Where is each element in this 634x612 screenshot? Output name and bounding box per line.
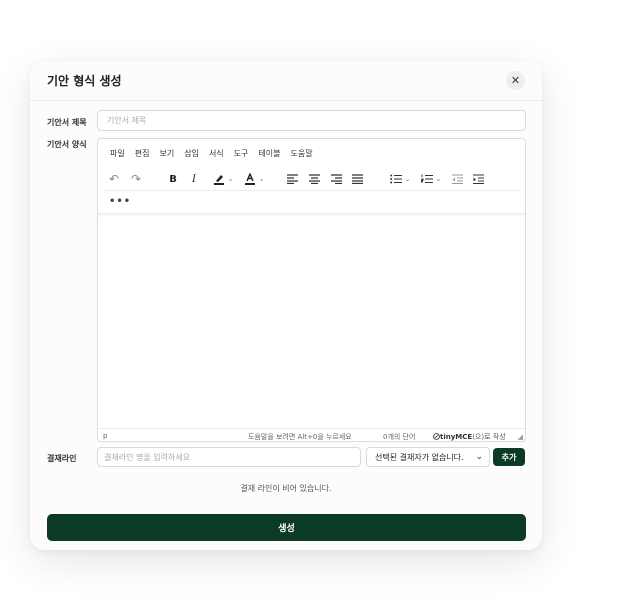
highlight-icon <box>213 175 224 185</box>
align-left-button[interactable] <box>285 172 299 186</box>
rich-text-editor: 파일 편집 보기 삽입 서식 도구 테이블 도움말 ↶ ↷ B I ⌄ ⌄ ⌄ … <box>97 138 526 442</box>
approval-line-label: 결재라인 <box>47 454 77 463</box>
menu-view[interactable]: 보기 <box>159 148 174 160</box>
bold-icon: B <box>169 173 177 185</box>
resize-handle-icon[interactable]: ◢ <box>518 433 523 441</box>
chevron-down-icon: ⌄ <box>404 175 411 183</box>
status-help-text: 도움말을 보려면 Alt+0을 누르세요 <box>248 433 352 441</box>
tinymce-logo-text: tinyMCE <box>440 433 473 441</box>
bullet-list-button[interactable]: ⌄ <box>387 172 413 186</box>
align-justify-icon <box>351 174 363 184</box>
italic-icon: I <box>192 173 196 185</box>
empty-approval-message: 결재 라인이 비어 있습니다. <box>240 484 332 493</box>
redo-icon: ↷ <box>130 172 142 186</box>
approver-select[interactable]: 선택된 결재자가 없습니다. ⌄ <box>366 447 490 467</box>
toolbar-divider <box>104 190 520 191</box>
tinymce-logo-icon <box>433 433 440 440</box>
editor-statusbar: p 도움말을 보려면 Alt+0을 누르세요 0개의 단어 tinyMCE(으)… <box>98 428 525 442</box>
align-right-icon <box>330 174 342 184</box>
text-color-button[interactable]: ⌄ <box>240 172 268 186</box>
menu-table[interactable]: 테이블 <box>258 148 280 160</box>
approval-line-input[interactable] <box>97 447 361 467</box>
menu-edit[interactable]: 편집 <box>135 148 150 160</box>
chevron-down-icon: ⌄ <box>227 175 234 183</box>
chevron-down-icon: ⌄ <box>475 452 483 462</box>
align-left-icon <box>286 174 298 184</box>
editor-toolbar: ↶ ↷ B I ⌄ ⌄ ⌄ ⌄ <box>98 169 525 189</box>
redo-button[interactable]: ↷ <box>129 172 143 186</box>
text-color-icon <box>244 173 255 185</box>
more-tools-button[interactable]: ••• <box>109 196 131 207</box>
bold-button[interactable]: B <box>166 172 180 186</box>
editor-menubar: 파일 편집 보기 삽입 서식 도구 테이블 도움말 <box>110 148 323 160</box>
menu-help[interactable]: 도움말 <box>291 148 313 160</box>
undo-icon: ↶ <box>108 172 120 186</box>
status-word-count[interactable]: 0개의 단어 <box>383 432 415 442</box>
indent-icon <box>472 174 484 184</box>
highlight-button[interactable]: ⌄ <box>209 172 237 186</box>
menu-file[interactable]: 파일 <box>110 148 125 160</box>
modal-title: 기안 형식 생성 <box>47 74 122 88</box>
create-draft-format-modal: 기안 형식 생성 ✕ 기안서 제목 기안서 양식 파일 편집 보기 삽입 서식 … <box>30 61 542 550</box>
add-approver-button[interactable]: 추가 <box>493 448 525 466</box>
menu-insert[interactable]: 삽입 <box>184 148 199 160</box>
chevron-down-icon: ⌄ <box>435 175 442 183</box>
outdent-button[interactable] <box>450 172 464 186</box>
tinymce-brand-link[interactable]: tinyMCE(으)로 작성 <box>433 432 506 442</box>
editor-content-area[interactable] <box>98 217 525 427</box>
status-element-path[interactable]: p <box>103 432 107 440</box>
numbered-list-icon <box>420 174 433 183</box>
outdent-icon <box>451 174 463 184</box>
close-button[interactable]: ✕ <box>506 71 525 90</box>
modal-header: 기안 형식 생성 ✕ <box>30 61 542 101</box>
title-input[interactable] <box>97 110 526 131</box>
menu-format[interactable]: 서식 <box>209 148 224 160</box>
align-right-button[interactable] <box>329 172 343 186</box>
undo-button[interactable]: ↶ <box>107 172 121 186</box>
bullet-list-icon <box>389 174 402 184</box>
align-justify-button[interactable] <box>350 172 364 186</box>
create-button[interactable]: 생성 <box>47 514 526 541</box>
align-center-button[interactable] <box>307 172 321 186</box>
italic-button[interactable]: I <box>187 172 201 186</box>
format-label: 기안서 양식 <box>47 140 87 149</box>
align-center-icon <box>308 174 320 184</box>
close-icon: ✕ <box>510 74 521 87</box>
indent-button[interactable] <box>471 172 485 186</box>
chevron-down-icon: ⌄ <box>258 175 265 183</box>
approver-select-value: 선택된 결재자가 없습니다. <box>375 452 464 462</box>
status-brand-suffix: (으)로 작성 <box>472 433 506 441</box>
numbered-list-button[interactable]: ⌄ <box>418 172 444 186</box>
menu-tools[interactable]: 도구 <box>234 148 249 160</box>
title-label: 기안서 제목 <box>47 118 87 127</box>
